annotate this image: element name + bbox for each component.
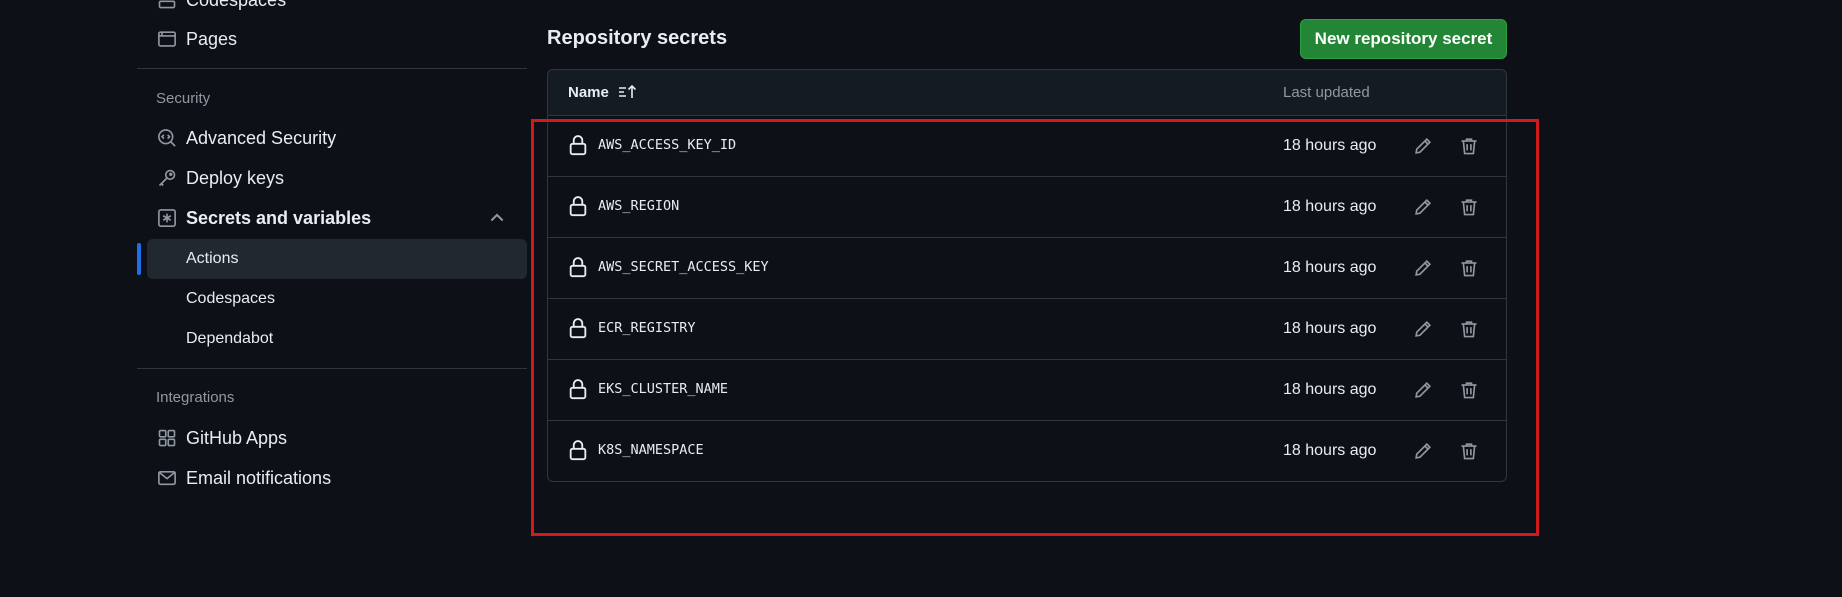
table-row: EKS_CLUSTER_NAME 18 hours ago <box>548 360 1506 421</box>
codescan-icon <box>156 127 178 149</box>
sidebar-item-label: Email notifications <box>186 467 332 488</box>
pencil-icon <box>1415 442 1432 459</box>
lock-icon <box>569 440 587 461</box>
sidebar-divider <box>137 68 527 69</box>
page-title: Repository secrets <box>547 27 728 49</box>
browser-icon <box>156 28 178 50</box>
delete-secret-button[interactable] <box>1454 436 1484 466</box>
secret-name: AWS_SECRET_ACCESS_KEY <box>598 259 769 275</box>
section-label-integrations: Integrations <box>156 389 235 406</box>
last-updated-value: 18 hours ago <box>1283 442 1377 459</box>
trash-icon <box>1461 382 1477 399</box>
secrets-table: Name Last updated AWS_ACCESS_KEY_ID 18 h… <box>547 69 1507 482</box>
table-row: K8S_NAMESPACE 18 hours ago <box>548 421 1506 481</box>
sidebar-subitem-label: Actions <box>186 250 239 267</box>
secret-name: AWS_REGION <box>598 198 680 214</box>
trash-icon <box>1461 443 1477 460</box>
last-updated-value: 18 hours ago <box>1283 198 1377 215</box>
trash-icon <box>1461 199 1477 216</box>
pencil-icon <box>1415 320 1432 337</box>
sidebar-divider <box>137 368 527 369</box>
mail-icon <box>156 467 178 489</box>
pencil-icon <box>1415 259 1432 276</box>
sort-ascending-icon[interactable] <box>617 83 639 101</box>
last-updated-value: 18 hours ago <box>1283 381 1377 398</box>
apps-icon <box>156 427 178 449</box>
codespaces-icon <box>156 0 178 11</box>
key-icon <box>156 167 178 189</box>
sidebar-item-label: Secrets and variables <box>186 207 372 228</box>
sidebar-item-github-apps[interactable]: GitHub Apps <box>156 421 287 455</box>
delete-secret-button[interactable] <box>1454 375 1484 405</box>
secret-name: ECR_REGISTRY <box>598 320 696 336</box>
section-label-security: Security <box>156 90 211 107</box>
secret-name: AWS_ACCESS_KEY_ID <box>598 137 737 153</box>
name-column-label: Name <box>568 83 609 101</box>
pencil-icon <box>1415 381 1432 398</box>
edit-secret-button[interactable] <box>1408 192 1438 222</box>
sidebar-subitem-dependabot[interactable]: Dependabot <box>147 319 527 359</box>
sidebar-item-label: GitHub Apps <box>186 427 288 448</box>
chevron-up-icon[interactable] <box>487 208 507 228</box>
pencil-icon <box>1415 198 1432 215</box>
sidebar-item-pages[interactable]: Pages <box>156 22 237 56</box>
sidebar-item-label: Pages <box>186 28 238 49</box>
table-row: AWS_ACCESS_KEY_ID 18 hours ago <box>548 116 1506 177</box>
sidebar-item-label: Advanced Security <box>186 127 337 148</box>
sidebar-item-deploy-keys[interactable]: Deploy keys <box>156 161 284 195</box>
edit-secret-button[interactable] <box>1408 253 1438 283</box>
edit-secret-button[interactable] <box>1408 436 1438 466</box>
sidebar-item-codespaces[interactable]: Codespaces <box>156 0 286 17</box>
sidebar-subitem-label: Codespaces <box>186 290 275 307</box>
last-updated-column-header: Last updated <box>1283 84 1370 101</box>
key-asterisk-icon <box>156 207 178 229</box>
table-row: ECR_REGISTRY 18 hours ago <box>548 299 1506 360</box>
delete-secret-button[interactable] <box>1454 131 1484 161</box>
table-row: AWS_SECRET_ACCESS_KEY 18 hours ago <box>548 238 1506 299</box>
active-indicator <box>137 243 141 275</box>
table-header: Name Last updated <box>548 70 1506 116</box>
secret-name: K8S_NAMESPACE <box>598 442 704 458</box>
lock-icon <box>569 318 587 339</box>
last-updated-value: 18 hours ago <box>1283 137 1377 154</box>
lock-icon <box>569 257 587 278</box>
edit-secret-button[interactable] <box>1408 375 1438 405</box>
sidebar-subitem-label: Dependabot <box>186 330 274 347</box>
lock-icon <box>569 196 587 217</box>
sidebar-subitem-actions[interactable]: Actions <box>147 239 527 279</box>
name-column-header[interactable]: Name <box>568 83 639 101</box>
lock-icon <box>569 379 587 400</box>
last-updated-value: 18 hours ago <box>1283 259 1377 276</box>
delete-secret-button[interactable] <box>1454 192 1484 222</box>
lock-icon <box>569 135 587 156</box>
trash-icon <box>1461 321 1477 338</box>
edit-secret-button[interactable] <box>1408 314 1438 344</box>
new-repository-secret-button[interactable]: New repository secret <box>1300 19 1507 59</box>
settings-sidebar: Codespaces Pages Security Advanced Secur… <box>137 0 527 597</box>
secret-name: EKS_CLUSTER_NAME <box>598 381 729 397</box>
sidebar-item-email-notifications[interactable]: Email notifications <box>156 461 331 495</box>
sidebar-item-advanced-security[interactable]: Advanced Security <box>156 121 336 155</box>
pencil-icon <box>1415 137 1432 154</box>
sidebar-subitem-codespaces[interactable]: Codespaces <box>147 279 527 319</box>
sidebar-item-secrets-and-variables[interactable]: Secrets and variables <box>156 201 371 235</box>
table-row: AWS_REGION 18 hours ago <box>548 177 1506 238</box>
edit-secret-button[interactable] <box>1408 131 1438 161</box>
trash-icon <box>1461 260 1477 277</box>
sidebar-item-label: Deploy keys <box>186 167 285 188</box>
trash-icon <box>1461 138 1477 155</box>
delete-secret-button[interactable] <box>1454 253 1484 283</box>
sidebar-item-label: Codespaces <box>186 0 286 11</box>
last-updated-value: 18 hours ago <box>1283 320 1377 337</box>
delete-secret-button[interactable] <box>1454 314 1484 344</box>
